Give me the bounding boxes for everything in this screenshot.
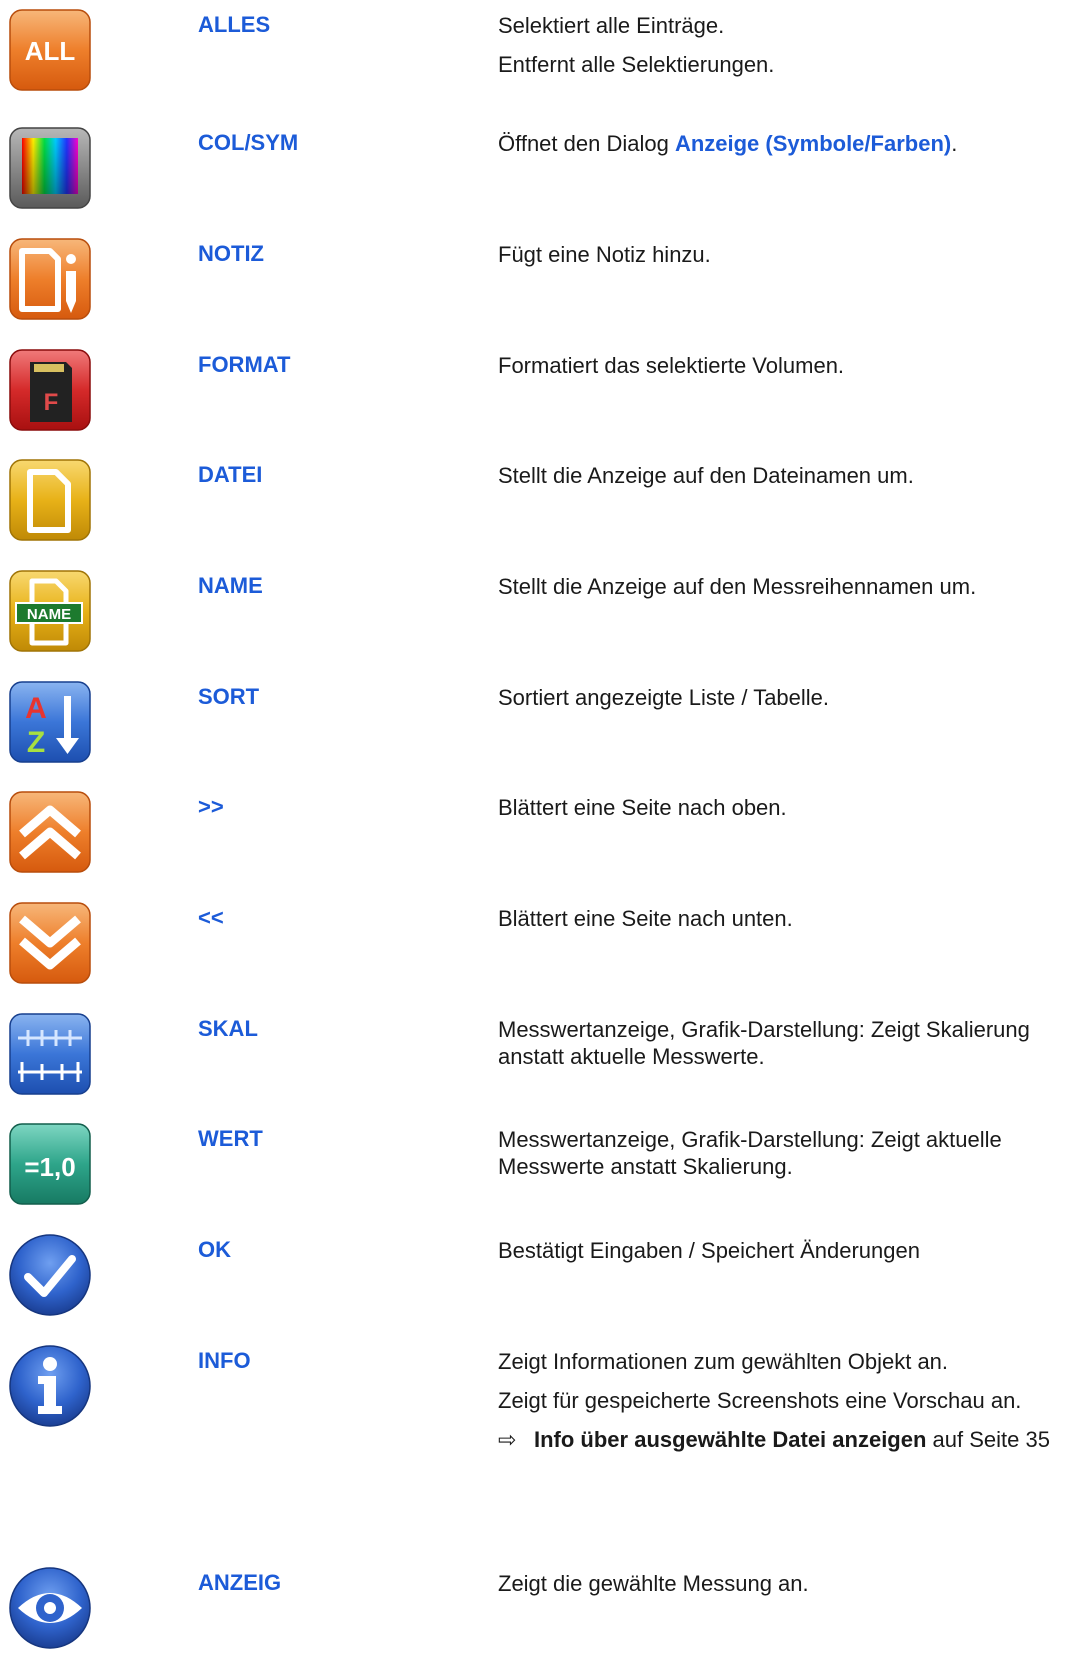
description-line: Blättert eine Seite nach oben. [498,795,787,820]
icon-text: =1,0 [24,1152,75,1182]
sort-az-icon[interactable]: A Z [8,680,92,764]
description: Zeigt Informationen zum gewählten Objekt… [498,1348,1078,1454]
description-line: Zeigt die gewählte Messung an. [498,1571,809,1596]
description-line: Blättert eine Seite nach unten. [498,906,793,931]
description-line: Messwertanzeige, Grafik-Darstellung: Zei… [498,1127,1002,1179]
description-line: Formatiert das selektierte Volumen. [498,353,845,378]
description-line: Stellt die Anzeige auf den Messreihennam… [498,574,977,599]
button-label-skal[interactable]: SKAL [198,1016,258,1042]
description: Formatiert das selektierte Volumen. [498,352,1078,391]
icon-text: ALL [25,36,76,66]
icon-text: A [25,692,47,725]
button-label-page-up[interactable]: >> [198,794,224,820]
button-label-format[interactable]: FORMAT [198,352,290,378]
description-line: Fügt eine Notiz hinzu. [498,242,711,267]
arrow-right-icon: ⇨ [498,1427,517,1452]
button-label-datei[interactable]: DATEI [198,462,262,488]
description: Blättert eine Seite nach oben. [498,794,1078,833]
cross-reference-page: auf Seite 35 [926,1427,1050,1452]
description: Fügt eine Notiz hinzu. [498,241,1078,280]
description: Sortiert angezeigte Liste / Tabelle. [498,684,1078,723]
cross-reference-title[interactable]: Info über ausgewählte Datei anzeigen [534,1427,926,1452]
description-text: Öffnet den Dialog [498,131,675,156]
checkmark-icon[interactable] [8,1233,92,1317]
description-line: Zeigt Informationen zum gewählten Objekt… [498,1349,949,1374]
file-name-icon[interactable]: NAME [8,569,92,653]
description: Öffnet den Dialog Anzeige (Symbole/Farbe… [498,130,1078,169]
eye-icon[interactable] [8,1566,92,1666]
function-list: ALL ALLES Selektiert alle Einträge. Entf… [0,0,1087,1674]
description: Messwertanzeige, Grafik-Darstellung: Zei… [498,1016,1078,1082]
button-label-notiz[interactable]: NOTIZ [198,241,264,267]
scale-ruler-icon[interactable] [8,1012,92,1096]
note-pencil-icon[interactable] [8,237,92,321]
button-label-col-sym[interactable]: COL/SYM [198,130,298,156]
button-label-sort[interactable]: SORT [198,684,259,710]
color-spectrum-icon[interactable] [8,126,92,210]
all-icon[interactable]: ALL [8,8,92,92]
description: Zeigt die gewählte Messung an. [498,1570,1078,1609]
icon-text: F [44,389,59,416]
cross-reference[interactable]: ⇨ Info über ausgewählte Datei anzeigen a… [498,1426,1078,1454]
description-line: Sortiert angezeigte Liste / Tabelle. [498,685,830,710]
page-down-icon[interactable] [8,901,92,985]
description-line: Zeigt für gespeicherte Screenshots eine … [498,1388,1022,1413]
button-label-page-down[interactable]: << [198,905,224,931]
description-line: Entfernt alle Selektierungen. [498,52,775,77]
info-icon[interactable] [8,1344,92,1428]
description-line: Stellt die Anzeige auf den Dateinamen um… [498,463,914,488]
icon-text: NAME [27,606,71,623]
page-up-icon[interactable] [8,790,92,874]
button-label-ok[interactable]: OK [198,1237,231,1263]
button-label-wert[interactable]: WERT [198,1126,263,1152]
description-text: . [951,131,958,156]
icon-text: Z [27,726,45,759]
dialog-link-anzeige[interactable]: Anzeige (Symbole/Farben) [675,131,951,156]
description: Messwertanzeige, Grafik-Darstellung: Zei… [498,1126,1078,1192]
button-label-alles[interactable]: ALLES [198,12,270,38]
description-line: Messwertanzeige, Grafik-Darstellung: Zei… [498,1017,1030,1069]
description: Blättert eine Seite nach unten. [498,905,1078,944]
sd-card-format-icon[interactable]: F [8,348,92,432]
description-line: Bestätigt Eingaben / Speichert Änderunge… [498,1238,920,1263]
description: Bestätigt Eingaben / Speichert Änderunge… [498,1237,1078,1276]
description: Stellt die Anzeige auf den Dateinamen um… [498,462,1078,501]
description: Stellt die Anzeige auf den Messreihennam… [498,573,1078,612]
button-label-info[interactable]: INFO [198,1348,251,1374]
description: Selektiert alle Einträge. Entfernt alle … [498,12,1078,90]
button-label-name[interactable]: NAME [198,573,263,599]
value-icon[interactable]: =1,0 [8,1122,92,1206]
description-line: Selektiert alle Einträge. [498,13,725,38]
file-icon[interactable] [8,458,92,542]
button-label-anzeig[interactable]: ANZEIG [198,1570,281,1596]
